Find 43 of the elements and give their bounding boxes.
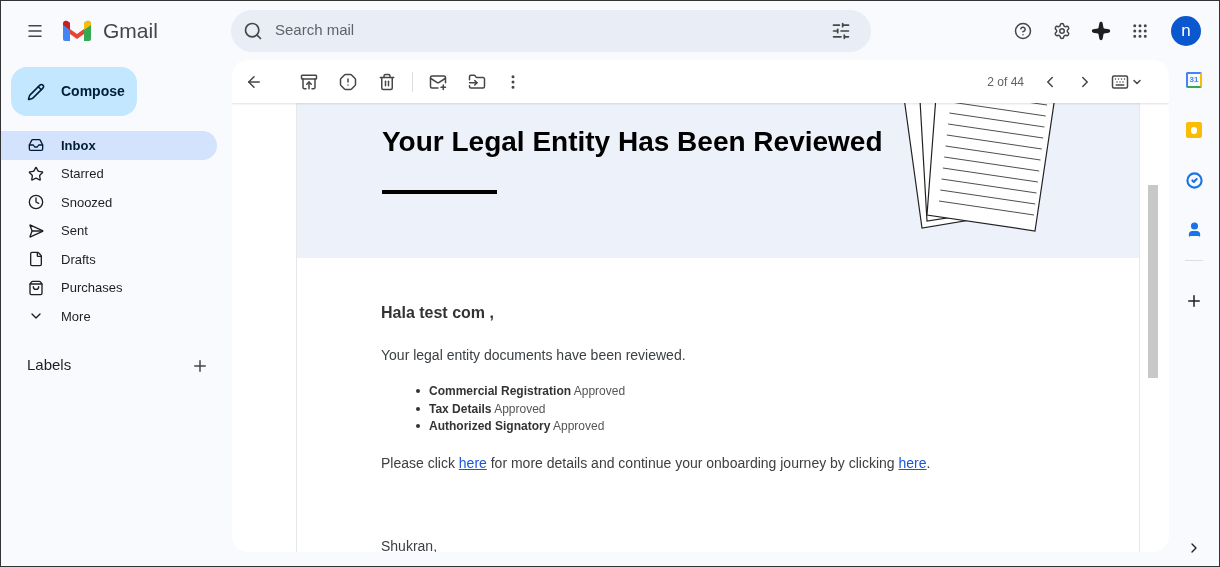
keyboard-icon — [1111, 72, 1129, 91]
scrollbar[interactable] — [1148, 185, 1158, 378]
add-addon-icon — [1185, 292, 1203, 310]
sidebar-item[interactable]: Starred — [1, 159, 217, 188]
sidebar-item[interactable]: Snoozed — [1, 188, 217, 217]
document-icon — [28, 251, 44, 268]
tasks-icon — [1185, 172, 1203, 189]
pencil-icon — [27, 82, 45, 101]
signoff-text: Shukran, — [381, 536, 439, 552]
review-item: Authorized Signatory Approved — [429, 418, 605, 436]
clock-icon — [28, 194, 44, 211]
review-item: Tax Details Approved — [429, 400, 546, 418]
bullet-icon — [416, 424, 420, 429]
banner-title: Your Legal Entity Has Been Reviewed — [382, 125, 884, 159]
sidebar-item[interactable]: More — [1, 302, 217, 331]
calendar-icon[interactable]: 31 — [1186, 72, 1202, 88]
bag-icon — [28, 279, 44, 296]
app-name: Gmail — [103, 17, 158, 44]
input-tools-button[interactable] — [1111, 72, 1143, 91]
gmail-logo-icon — [63, 19, 91, 42]
here-link[interactable]: here — [458, 454, 487, 471]
labels-heading: Labels — [27, 355, 72, 376]
sidebar-item[interactable]: Sent — [1, 216, 217, 245]
search-bar[interactable]: Search mail — [231, 9, 871, 52]
sidebar-item[interactable]: Drafts — [1, 245, 217, 274]
bullet-icon — [416, 389, 420, 394]
sidebar-item[interactable]: Purchases — [1, 273, 217, 302]
here-link[interactable]: here — [898, 454, 927, 471]
sidebar-item[interactable]: Inbox — [1, 131, 217, 160]
star-icon — [28, 165, 44, 182]
instructions-text: Please click here for more details and continue your onboarding journey by clicking here. — [381, 453, 932, 473]
filter-icon — [831, 20, 851, 41]
search-icon — [243, 20, 263, 41]
compose-button[interactable]: Compose — [11, 67, 137, 116]
search-field[interactable]: Search mail — [275, 19, 819, 42]
review-item: Commercial Registration Approved — [429, 383, 626, 401]
bullet-icon — [416, 406, 420, 411]
inbox-icon — [28, 137, 44, 154]
pagination-count: 2 of 44 — [987, 73, 1024, 91]
account-avatar[interactable]: n — [1171, 15, 1201, 46]
send-icon — [28, 222, 44, 239]
greeting: Hala test com , — [381, 303, 495, 323]
intro-text: Your legal entity documents have been reviewed. — [381, 346, 687, 365]
